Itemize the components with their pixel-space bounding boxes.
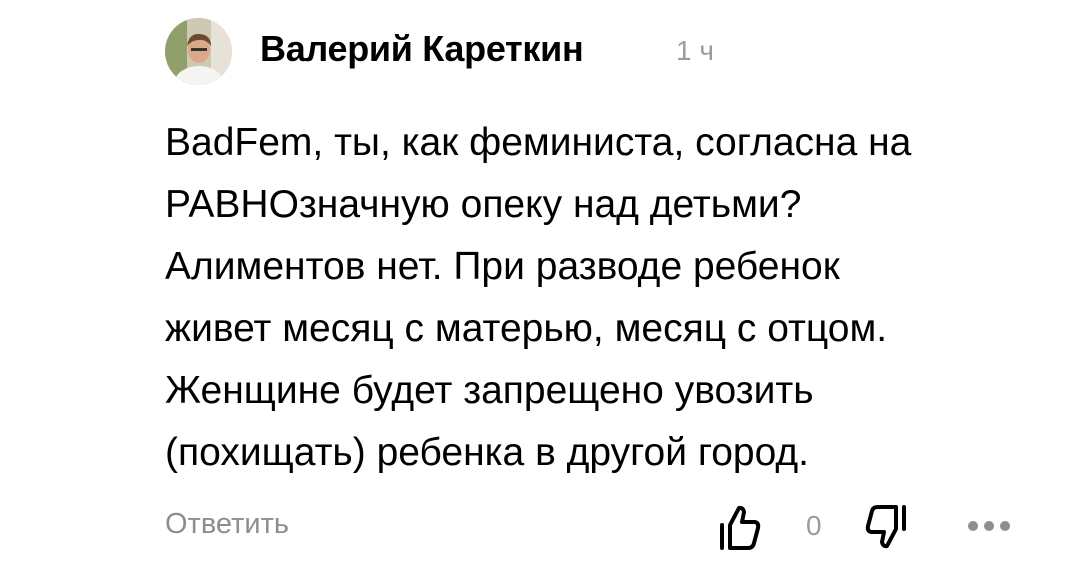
- avatar-photo: [165, 18, 232, 85]
- comment-line: Алиментов нет. При разводе ребенок: [165, 245, 840, 288]
- more-dots-icon: [968, 521, 1010, 531]
- comment-line: РАВНОзначную опеку над детьми?: [165, 183, 802, 226]
- comment-line: BadFem, ты, как феминиста, согласна на: [165, 121, 912, 164]
- avatar[interactable]: [165, 18, 232, 85]
- more-button[interactable]: [966, 518, 1012, 534]
- reply-button[interactable]: Ответить: [165, 508, 289, 541]
- author-name[interactable]: Валерий Кареткин: [260, 28, 584, 70]
- comment-line: Женщине будет запрещено увозить: [165, 369, 814, 412]
- comment-line: (похищать) ребенка в другой город.: [165, 431, 809, 474]
- like-count: 0: [806, 510, 822, 541]
- like-button[interactable]: [718, 503, 762, 551]
- thumbs-down-icon: [865, 505, 906, 549]
- comment-line: живет месяц с матерью, месяц с отцом.: [165, 307, 888, 350]
- dislike-button[interactable]: [862, 503, 908, 551]
- comment-card: Валерий Кареткин 1 ч BadFem, ты, как фем…: [0, 0, 1080, 565]
- comment-text: BadFem, ты, как феминиста, согласна на Р…: [165, 112, 1045, 484]
- thumbs-up-icon: [720, 505, 761, 550]
- comment-time: 1 ч: [676, 35, 714, 66]
